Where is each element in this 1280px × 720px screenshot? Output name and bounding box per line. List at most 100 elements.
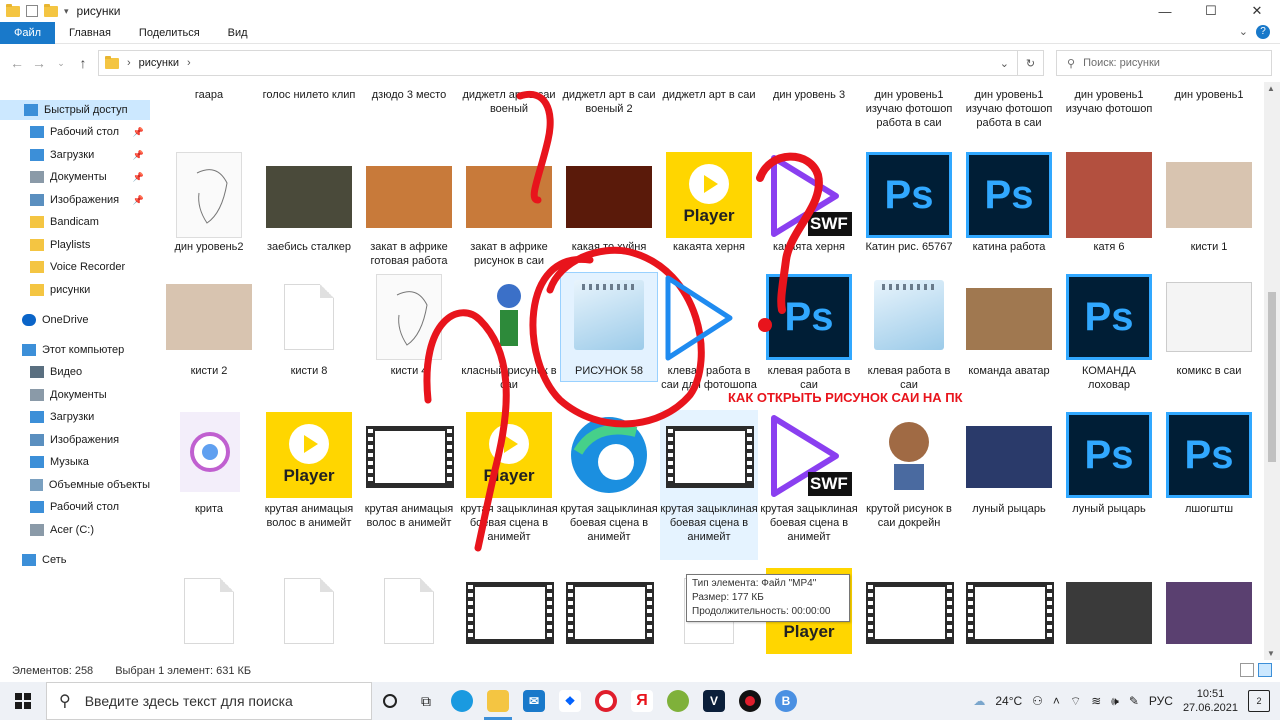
file-item[interactable]: диджетл арт в саи (660, 88, 758, 102)
file-item[interactable]: клевая работа в саи для фотошопа (660, 364, 758, 392)
forward-arrow-icon[interactable]: → (28, 55, 50, 71)
task-view-button[interactable] (372, 682, 408, 720)
pin-icon[interactable]: 📌 (133, 150, 144, 161)
file-item[interactable]: дзюдо 3 место (360, 88, 458, 102)
chevron-down-icon[interactable]: ▾ (64, 6, 69, 17)
sidebar-item[interactable]: Видео (0, 362, 150, 382)
vertical-scrollbar[interactable]: ▲ ▼ (1264, 82, 1280, 660)
file-item[interactable]: луный рыцарь (1060, 502, 1158, 516)
file-item[interactable]: диджетл арт в саи военый (460, 88, 558, 116)
ribbon-expand-icon[interactable]: ⌄ (1239, 25, 1248, 39)
yandex-app[interactable]: Я (624, 682, 660, 720)
help-icon[interactable]: ? (1256, 25, 1270, 39)
file-item[interactable]: РИСУНОК 58 (560, 364, 658, 378)
clock[interactable]: 10:51 27.06.2021 (1183, 687, 1238, 715)
address-dropdown-icon[interactable]: ⌄ (1000, 57, 1009, 70)
cloud-weather-icon[interactable]: ☁ (973, 694, 985, 708)
dropbox-app[interactable]: ❖ (552, 682, 588, 720)
file-item[interactable]: крутая зацыклиная боевая сцена в анимейт (660, 502, 758, 544)
breadcrumb-separator[interactable]: › (127, 57, 131, 69)
sidebar-item[interactable]: Изображения 📌 (0, 190, 150, 210)
file-item[interactable]: какаята херня (660, 240, 758, 254)
file-item[interactable]: класный рисунок в саи (460, 364, 558, 392)
file-item[interactable]: кисти 1 (1160, 240, 1258, 254)
file-item[interactable]: крутой рисунок в саи докрейн (860, 502, 958, 530)
up-arrow-icon[interactable]: ↑ (72, 55, 94, 71)
sidebar-item[interactable]: Загрузки (0, 407, 150, 427)
recent-locations-icon[interactable]: ⌄ (50, 58, 72, 69)
file-item[interactable]: какая то хуйня (560, 240, 658, 254)
large-icons-view-icon[interactable] (1258, 663, 1272, 677)
details-view-icon[interactable] (1240, 663, 1254, 677)
search-input[interactable]: ⚲ Поиск: рисунки (1056, 50, 1272, 76)
sidebar-item[interactable]: Рабочий стол 📌 (0, 122, 150, 142)
scroll-down-icon[interactable]: ▼ (1267, 649, 1275, 658)
file-item[interactable]: катя 6 (1060, 240, 1158, 254)
file-item[interactable]: дин уровень1 изучаю фотошоп работа в саи (960, 88, 1058, 130)
file-item[interactable]: дин уровень2 (160, 240, 258, 254)
file-item[interactable]: дин уровень1 изучаю фотошоп (1060, 88, 1158, 116)
show-hidden-icon[interactable]: ˄ (1053, 694, 1060, 708)
obs-app[interactable] (732, 682, 768, 720)
file-item[interactable]: кисти 4 (360, 364, 458, 378)
language-indicator[interactable]: РУС (1149, 694, 1173, 708)
file-item[interactable]: лшогштш (1160, 502, 1258, 516)
file-item[interactable]: КОМАНДА лоховар (1060, 364, 1158, 392)
sidebar-item[interactable]: Рабочий стол (0, 497, 150, 517)
scrollbar-thumb[interactable] (1268, 292, 1276, 462)
volume-icon[interactable]: 🕪 (1111, 694, 1119, 709)
network-icon[interactable]: ⌔ (1070, 694, 1081, 709)
maximize-button[interactable]: ☐ (1188, 0, 1234, 22)
file-item[interactable]: диджетл арт в саи военый 2 (560, 88, 658, 116)
file-item[interactable]: крутая зацыклиная боевая сцена в анимейт (560, 502, 658, 544)
notification-center-icon[interactable]: 2 (1248, 690, 1270, 712)
minimize-button[interactable]: — (1142, 0, 1188, 22)
breadcrumb-separator[interactable]: › (187, 57, 191, 69)
opera-app[interactable] (588, 682, 624, 720)
back-arrow-icon[interactable]: ← (6, 55, 28, 71)
new-folder-icon[interactable] (44, 3, 58, 17)
sidebar-item[interactable]: Быстрый доступ (0, 100, 150, 120)
file-item[interactable]: крутая анимацыя волос в анимейт (360, 502, 458, 530)
file-item[interactable]: дин уровень1 (1160, 88, 1258, 102)
file-item[interactable]: голос нилето клип (260, 88, 358, 102)
start-button[interactable] (0, 682, 46, 720)
sidebar-item[interactable]: Музыка (0, 452, 150, 472)
wifi-icon[interactable]: ≋ (1091, 694, 1101, 708)
b-app[interactable]: B (768, 682, 804, 720)
file-item[interactable]: луный рыцарь (960, 502, 1058, 516)
sidebar-item[interactable]: Сеть (0, 550, 150, 570)
sidebar-item[interactable]: Изображения (0, 430, 150, 450)
file-item[interactable]: закат в африке рисунок в саи (460, 240, 558, 268)
tab-share[interactable]: Поделиться (125, 22, 214, 44)
file-item[interactable]: какаята херня (760, 240, 858, 254)
file-item[interactable]: кисти 8 (260, 364, 358, 378)
sidebar-item[interactable]: Bandicam (0, 212, 150, 232)
file-item[interactable]: катина работа (960, 240, 1058, 254)
sidebar-item[interactable]: OneDrive (0, 310, 150, 330)
breadcrumb-item[interactable]: рисунки (139, 57, 179, 69)
tab-view[interactable]: Вид (214, 22, 262, 44)
file-item[interactable]: клевая работа в саи (760, 364, 858, 392)
sidebar-item[interactable]: Этот компьютер (0, 340, 150, 360)
weather-temp[interactable]: 24°C (995, 694, 1022, 708)
krita-app[interactable] (660, 682, 696, 720)
file-item[interactable]: дин уровень 3 (760, 88, 858, 102)
close-button[interactable]: ✕ (1234, 0, 1280, 22)
file-item[interactable]: крутая анимацыя волос в анимейт (260, 502, 358, 530)
sidebar-item[interactable]: Объемные объекты (0, 475, 150, 495)
properties-icon[interactable] (26, 5, 38, 17)
file-item[interactable]: крутая зацыклиная боевая сцена в анимейт (760, 502, 858, 544)
tab-file[interactable]: Файл (0, 21, 56, 44)
sidebar-item[interactable]: Загрузки 📌 (0, 145, 150, 165)
pin-icon[interactable]: 📌 (133, 195, 144, 206)
file-item[interactable]: гаара (160, 88, 258, 102)
file-item[interactable]: заебись сталкер (260, 240, 358, 254)
file-item[interactable]: Катин рис. 65767 (860, 240, 958, 254)
file-item[interactable]: кисти 2 (160, 364, 258, 378)
pin-icon[interactable]: 📌 (133, 172, 144, 183)
file-item[interactable]: дин уровень1 изучаю фотошоп работа в саи (860, 88, 958, 130)
people-icon[interactable]: ⚇ (1032, 694, 1043, 708)
file-item[interactable]: закат в африке готовая работа (360, 240, 458, 268)
tab-home[interactable]: Главная (55, 22, 125, 44)
